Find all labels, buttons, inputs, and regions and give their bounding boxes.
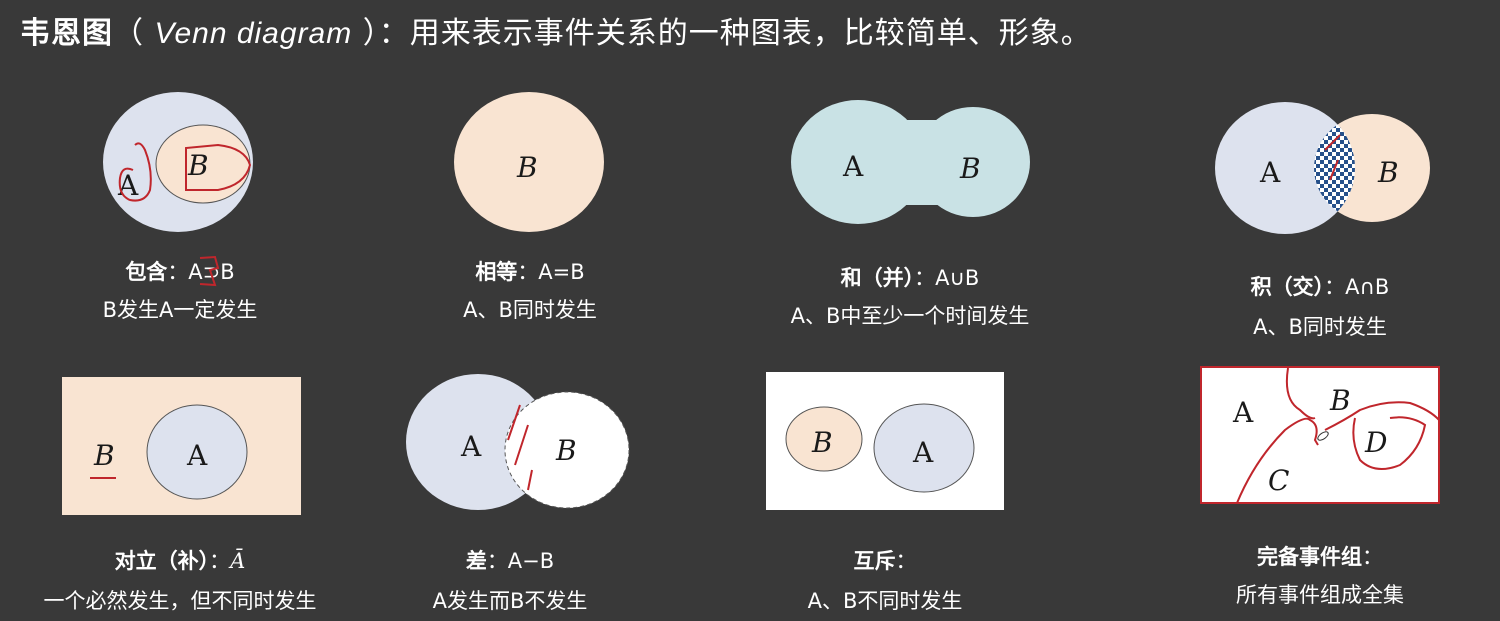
union-label-b: B: [959, 152, 981, 185]
title-english: Venn diagram: [154, 17, 353, 50]
union-label-a: A: [842, 150, 864, 183]
title-term: 韦恩图: [20, 16, 113, 51]
complement-caption: 对立（补）：Ā 一个必然发生，但不同时发生: [0, 541, 360, 621]
complete-group-desc: 所有事件组成全集: [1236, 583, 1404, 607]
complete-group-label-a: A: [1232, 396, 1254, 429]
mutual-exclusion-name-line: 互斥：: [765, 545, 1005, 575]
complete-group-universe: [1200, 366, 1440, 504]
mutual-exclusion-desc: A、B不同时发生: [807, 589, 963, 613]
equality-desc: A、B同时发生: [463, 298, 597, 322]
mutual-exclusion-name: 互斥: [853, 549, 896, 573]
intersection-formula: ：A∩B: [1324, 275, 1390, 299]
complete-group-caption: 完备事件组： 所有事件组成全集: [1200, 537, 1440, 617]
intersection-name: 积（交）: [1250, 275, 1325, 299]
complete-group-small-region: [1317, 431, 1329, 441]
equality-formula: ：A=B: [517, 260, 585, 284]
complement-name: 对立（补）: [114, 549, 210, 573]
intersection-name-line: 积（交）：A∩B: [1200, 271, 1440, 301]
inclusion-label-a: A: [117, 169, 139, 202]
inclusion-caption: 包含：A⊃B B发生A一定发生: [60, 252, 300, 332]
title-open-paren: （: [113, 16, 155, 51]
complement-formula: ：: [209, 549, 231, 573]
difference-circle-b: [504, 391, 630, 509]
intersection-overlap: [1314, 114, 1355, 222]
equality-name-line: 相等：A=B: [410, 256, 650, 286]
union-circle-a: [791, 100, 925, 224]
inclusion-annotation-b: [185, 143, 252, 191]
mutual-exclusion-formula: ：: [895, 549, 917, 573]
complete-group-name-line: 完备事件组：: [1200, 541, 1440, 571]
inclusion-annotation-a: [118, 142, 152, 202]
intersection-circle-a: [1215, 102, 1355, 234]
difference-name-line: 差：A−B: [390, 545, 630, 575]
intersection-label-b: B: [1377, 156, 1399, 189]
mutual-exclusion-label-a: A: [912, 436, 934, 469]
complement-universe: [62, 377, 301, 515]
difference-annotation: [507, 404, 533, 491]
title-close-paren: ）: [352, 16, 379, 51]
page-title: 韦恩图（ Venn diagram ）：用来表示事件关系的一种图表，比较简单、形…: [20, 8, 1092, 52]
inclusion-circle-b: [155, 124, 251, 204]
union-circle-b: [916, 107, 1030, 217]
complete-group-region-d: [1352, 416, 1427, 470]
complete-group-label-b: B: [1329, 384, 1351, 417]
complete-group-boundary-3: [1324, 401, 1440, 431]
intersection-caption: 积（交）：A∩B A、B同时发生: [1200, 267, 1440, 347]
union-formula: ：A∪B: [914, 266, 980, 290]
complete-group-boundary-1: [1236, 417, 1319, 504]
complete-group-name: 完备事件组: [1257, 545, 1362, 569]
intersection-circle-b: [1314, 114, 1430, 222]
intersection-desc: A、B同时发生: [1253, 315, 1387, 339]
mutual-exclusion-circle-b: [785, 406, 863, 472]
title-description: ：用来表示事件关系的一种图表，比较简单、形象。: [378, 16, 1092, 51]
complement-circle-a: [146, 404, 248, 500]
inclusion-formula-annotation: [199, 255, 220, 287]
mutual-exclusion-circle-a: [873, 403, 975, 493]
complement-formula-symbol: Ā: [230, 549, 246, 573]
equality-label-b: B: [516, 151, 538, 184]
union-caption: 和（并）：A∪B A、B中至少一个时间发生: [760, 258, 1060, 338]
intersection-label-a: A: [1259, 156, 1281, 189]
intersection-annotation: [1324, 134, 1341, 181]
equality-caption: 相等：A=B A、B同时发生: [410, 252, 650, 332]
complement-name-line: 对立（补）：Ā: [0, 545, 360, 575]
complete-group-formula: ：: [1362, 545, 1383, 569]
difference-caption: 差：A−B A发生而B不发生: [390, 541, 630, 621]
mutual-exclusion-caption: 互斥： A、B不同时发生: [765, 541, 1005, 621]
complete-group-boundary-2: [1285, 367, 1316, 420]
difference-name: 差: [465, 549, 487, 573]
inclusion-label-b: B: [187, 149, 209, 182]
difference-label-b: B: [555, 434, 577, 467]
complement-label-a: A: [186, 439, 208, 472]
equality-circle: [454, 92, 604, 232]
equality-name: 相等: [475, 260, 518, 284]
union-name-line: 和（并）：A∪B: [760, 262, 1060, 292]
mutual-exclusion-label-b: B: [811, 426, 833, 459]
complete-group-label-c: C: [1268, 464, 1289, 497]
inclusion-circle-a: [103, 92, 253, 232]
union-desc: A、B中至少一个时间发生: [790, 304, 1030, 328]
mutual-exclusion-universe: [766, 372, 1004, 510]
difference-formula: ：A−B: [486, 549, 555, 573]
union-name: 和（并）: [840, 266, 915, 290]
complement-desc: 一个必然发生，但不同时发生: [43, 589, 317, 613]
difference-circle-a: [406, 374, 550, 510]
complement-label-b: B: [93, 439, 115, 472]
difference-desc: A发生而B不发生: [432, 589, 588, 613]
difference-label-a: A: [460, 430, 482, 463]
complete-group-label-d: D: [1364, 426, 1387, 459]
